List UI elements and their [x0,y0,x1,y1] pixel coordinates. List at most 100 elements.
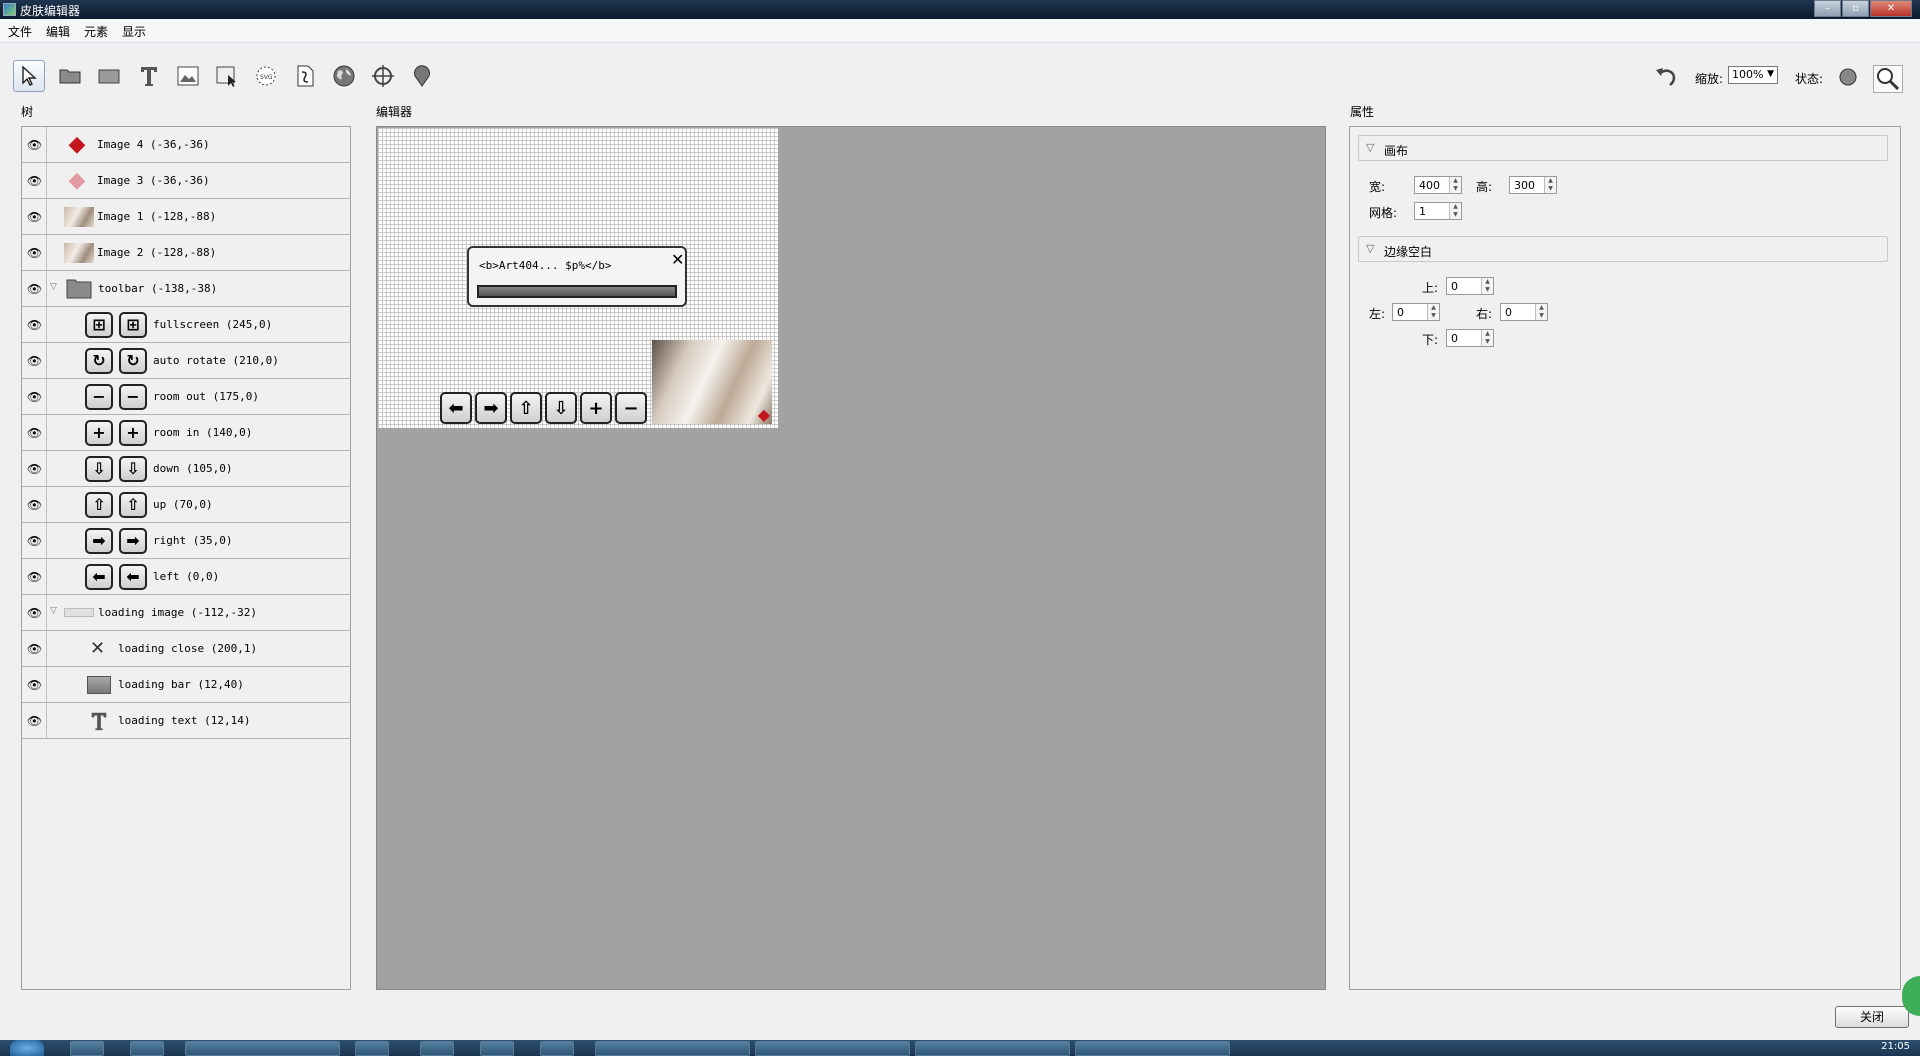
state-button[interactable] [1837,66,1861,90]
svg-tool-button[interactable]: SVG [250,60,282,92]
margin-bottom-input[interactable]: 0 ▲ ▼ [1446,329,1494,347]
loading-bar[interactable] [477,285,677,298]
eye-icon[interactable]: 👁 [23,703,47,738]
taskbar-window[interactable] [185,1041,340,1056]
cursor-image-tool-button[interactable] [211,60,243,92]
maximize-button[interactable]: ▫ [1842,0,1869,17]
expand-toggle-icon[interactable]: ▽ [50,606,57,616]
tree-row-image-4[interactable]: 👁 ◆ Image 4 (-36,-36) [22,127,351,163]
up-button[interactable]: ⇧ [510,392,542,424]
spinner-arrows-icon[interactable]: ▲ ▼ [1544,177,1556,193]
taskbar-app[interactable] [70,1041,104,1056]
tree-row-up[interactable]: 👁 ⇧ ⇧ up (70,0) [22,487,351,523]
taskbar-window[interactable] [915,1041,1070,1056]
text-tool-button[interactable] [133,60,165,92]
tree-row-right[interactable]: 👁 ➡ ➡ right (35,0) [22,523,351,559]
image-tool-button[interactable] [172,60,204,92]
down-button[interactable]: ⇩ [545,392,577,424]
taskbar-app[interactable] [420,1041,454,1056]
spinner-arrows-icon[interactable]: ▲ ▼ [1427,304,1439,320]
taskbar-window[interactable] [595,1041,750,1056]
select-tool-button[interactable] [13,60,45,92]
menu-view[interactable]: 显示 [114,19,152,40]
eye-icon[interactable]: 👁 [23,523,47,558]
tree-row-toolbar[interactable]: 👁 ▽ toolbar (-138,-38) [22,271,351,307]
spinner-arrows-icon[interactable]: ▲ ▼ [1449,177,1461,193]
folder-tool-button[interactable] [54,60,86,92]
taskbar-app[interactable] [355,1041,389,1056]
right-button[interactable]: ➡ [475,392,507,424]
eye-icon[interactable]: 👁 [23,235,47,270]
tree-row-fullscreen[interactable]: 👁 ⊞ ⊞ fullscreen (245,0) [22,307,351,343]
menu-file[interactable]: 文件 [0,19,38,40]
minimize-button[interactable]: – [1814,0,1841,17]
eye-icon[interactable]: 👁 [23,451,47,486]
tree-row-room-out[interactable]: 👁 − − room out (175,0) [22,379,351,415]
eye-icon[interactable]: 👁 [23,163,47,198]
undo-button[interactable] [1648,60,1684,92]
menu-elements[interactable]: 元素 [76,19,114,40]
taskbar-app[interactable] [480,1041,514,1056]
margin-top-input[interactable]: 0 ▲ ▼ [1446,277,1494,295]
tree-row-loading-bar[interactable]: 👁 loading bar (12,40) [22,667,351,703]
canvas-section-header[interactable]: ▽ 画布 [1358,135,1888,161]
close-window-button[interactable]: ✕ [1870,0,1912,17]
eye-icon[interactable]: 👁 [23,271,47,306]
eye-icon[interactable]: 👁 [23,631,47,666]
tree-row-image-2[interactable]: 👁 Image 2 (-128,-88) [22,235,351,271]
taskbar-app[interactable] [130,1041,164,1056]
crosshair-tool-button[interactable] [367,60,399,92]
zoom-in-button[interactable]: + [580,392,612,424]
tree-row-room-in[interactable]: 👁 + + room in (140,0) [22,415,351,451]
spinner-arrows-icon[interactable]: ▲ ▼ [1481,330,1493,346]
tree-row-left[interactable]: 👁 ⬅ ⬅ left (0,0) [22,559,351,595]
eye-icon[interactable]: 👁 [23,595,47,630]
taskbar-window[interactable] [755,1041,910,1056]
skin-canvas[interactable]: <b>Art404... $p%</b> ✕ ⬅ ➡ ⇧ ⇩ + − ◆ [378,128,778,428]
tree-row-image-3[interactable]: 👁 ◆ Image 3 (-36,-36) [22,163,351,199]
taskbar-app[interactable] [540,1041,574,1056]
spinner-arrows-icon[interactable]: ▲ ▼ [1535,304,1547,320]
tree-row-loading-image[interactable]: 👁 ▽ loading image (-112,-32) [22,595,351,631]
height-input[interactable]: 300 ▲ ▼ [1509,176,1557,194]
eye-icon[interactable]: 👁 [23,415,47,450]
globe-tool-button[interactable] [328,60,360,92]
grid-input[interactable]: 1 ▲ ▼ [1414,202,1462,220]
spinner-arrows-icon[interactable]: ▲ ▼ [1449,203,1461,219]
spinner-arrows-icon[interactable]: ▲ ▼ [1481,278,1493,294]
rectangle-tool-button[interactable] [93,60,125,92]
eye-icon[interactable]: 👁 [23,127,47,162]
tree-row-down[interactable]: 👁 ⇩ ⇩ down (105,0) [22,451,351,487]
loading-close-icon[interactable]: ✕ [671,250,684,269]
zoom-out-button[interactable]: − [615,392,647,424]
taskbar-window[interactable] [1075,1041,1230,1056]
margin-left-input[interactable]: 0 ▲ ▼ [1392,303,1440,321]
tree-row-loading-text[interactable]: 👁 loading text (12,14) [22,703,351,739]
width-input[interactable]: 400 ▲ ▼ [1414,176,1462,194]
tree-row-auto-rotate[interactable]: 👁 ↻ ↻ auto rotate (210,0) [22,343,351,379]
eye-icon[interactable]: 👁 [23,379,47,414]
zoom-select[interactable]: 100% ▼ [1728,66,1778,84]
script-tool-button[interactable] [289,60,321,92]
editor-canvas-area[interactable]: <b>Art404... $p%</b> ✕ ⬅ ➡ ⇧ ⇩ + − ◆ [376,126,1326,990]
search-button[interactable] [1873,65,1903,93]
eye-icon[interactable]: 👁 [23,559,47,594]
room-preview-image[interactable]: ◆ [652,340,772,424]
loading-text[interactable]: <b>Art404... $p%</b> [479,259,611,272]
loading-image[interactable]: <b>Art404... $p%</b> ✕ [467,246,687,307]
expand-toggle-icon[interactable]: ▽ [50,282,57,292]
eye-icon[interactable]: 👁 [23,667,47,702]
tree-row-image-1[interactable]: 👁 Image 1 (-128,-88) [22,199,351,235]
left-button[interactable]: ⬅ [440,392,472,424]
margin-right-input[interactable]: 0 ▲ ▼ [1500,303,1548,321]
close-button[interactable]: 关闭 [1835,1006,1909,1028]
marker-tool-button[interactable] [406,60,438,92]
eye-icon[interactable]: 👁 [23,343,47,378]
eye-icon[interactable]: 👁 [23,199,47,234]
eye-icon[interactable]: 👁 [23,307,47,342]
eye-icon[interactable]: 👁 [23,487,47,522]
start-button[interactable] [10,1040,44,1056]
margin-section-header[interactable]: ▽ 边缘空白 [1358,236,1888,262]
menu-edit[interactable]: 编辑 [38,19,76,40]
tree-row-loading-close[interactable]: 👁 ✕ loading close (200,1) [22,631,351,667]
